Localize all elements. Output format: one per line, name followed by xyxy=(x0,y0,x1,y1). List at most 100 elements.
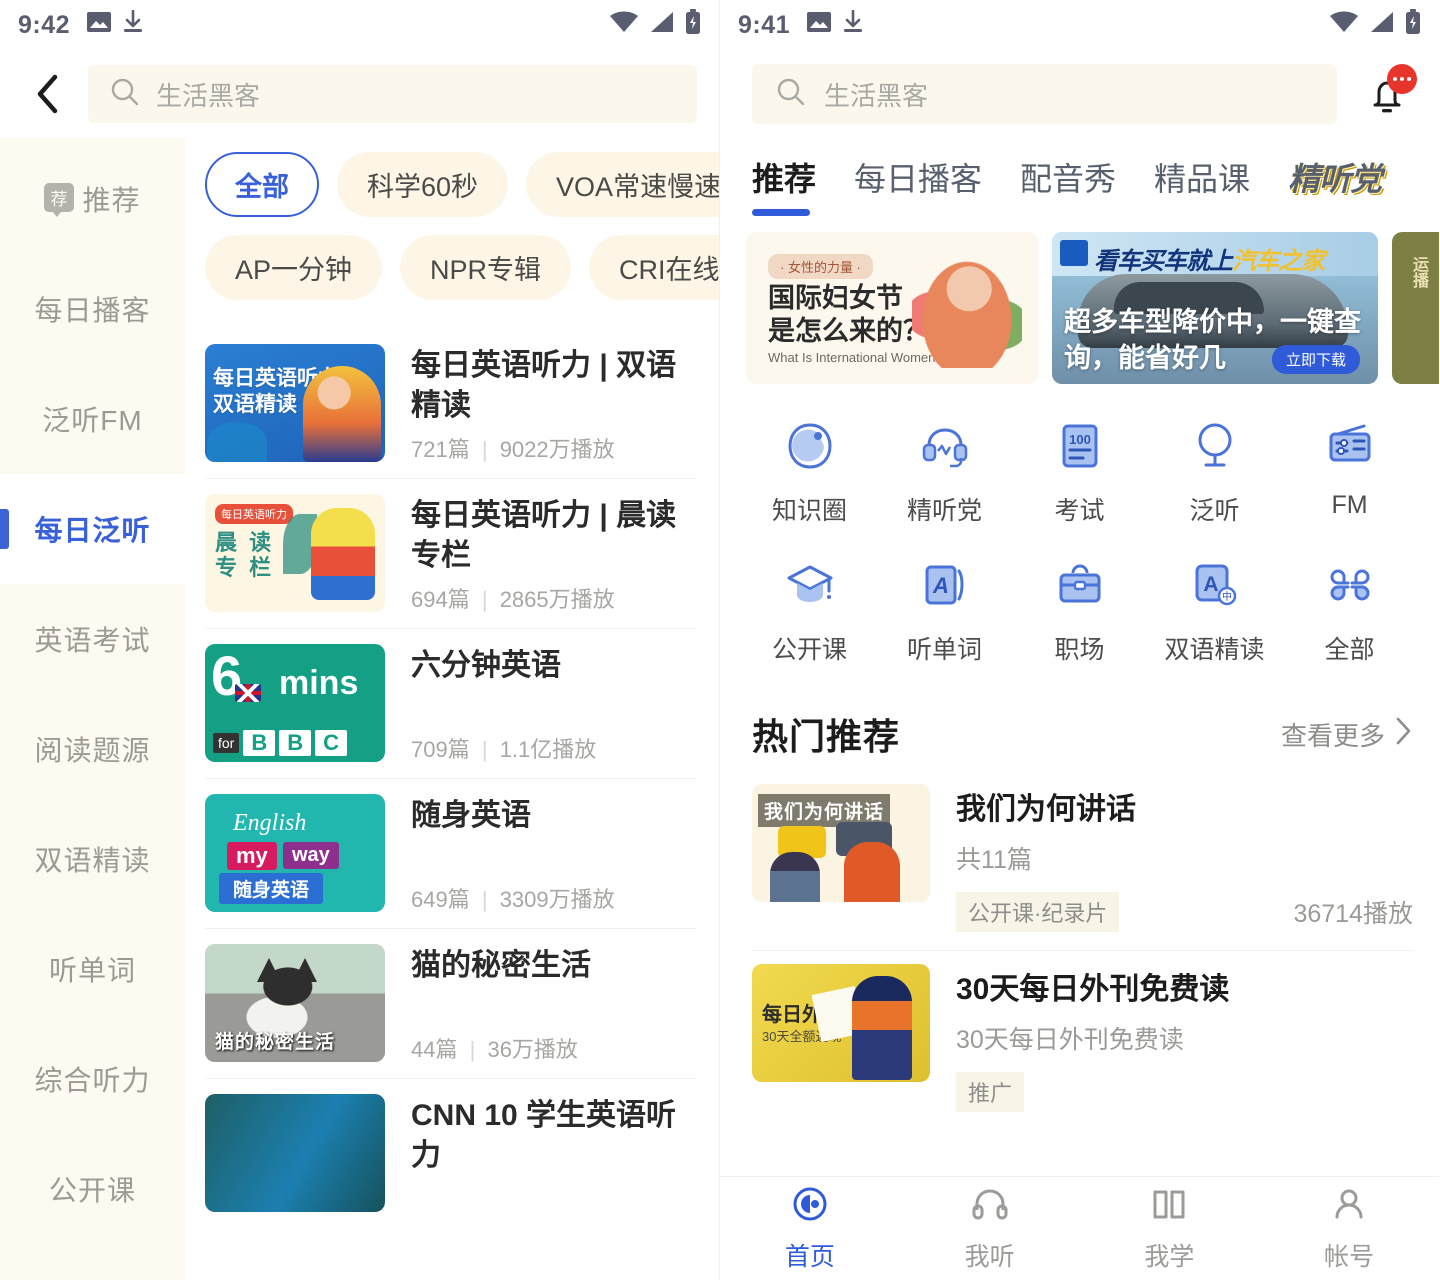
chip-cri[interactable]: CRI在线 xyxy=(589,235,719,300)
status-time: 9:42 xyxy=(18,10,71,39)
list-item-episodes: 44篇 xyxy=(411,1037,458,1062)
banner-autohome-ad[interactable]: 看车买车就上汽车之家 超多车型降价中，一键查询，能省好几 立即下载 xyxy=(1052,232,1378,384)
right-screen: 9:41 生活黑客 推荐 每日播客 配音秀 精品课 精听党 · 女性的力量 · … xyxy=(720,0,1439,1280)
grid-item-open-course[interactable]: 公开课 xyxy=(742,545,877,684)
bell-icon xyxy=(1361,81,1413,124)
list-item-title: 猫的秘密生活 xyxy=(411,949,591,982)
right-search-row: 生活黑客 xyxy=(720,50,1439,138)
svg-text:A: A xyxy=(1203,573,1218,596)
banner-vertical-text: 运播 xyxy=(1410,256,1427,288)
grid-item-label: 考试 xyxy=(1054,497,1105,525)
nav-item-listen[interactable]: 我听 xyxy=(900,1184,1080,1273)
sidebar-item-listen-words[interactable]: 听单词 xyxy=(0,914,185,1024)
chevron-right-icon xyxy=(1395,716,1413,753)
tab-dubbing-show[interactable]: 配音秀 xyxy=(1020,154,1116,216)
tab-jingtingdang[interactable]: 精听党 xyxy=(1288,154,1382,216)
grid-item-knowledge[interactable]: 知识圈 xyxy=(742,406,877,545)
grid-row-2: 公开课 A 听单词 职场 A中 双语精读 全部 xyxy=(742,545,1417,684)
left-screen: 9:42 生活黑客 荐 推荐 每日播客 泛听FM 每日泛听 英语考试 阅读题源 … xyxy=(0,0,720,1280)
list-item-plays: 1.1亿播放 xyxy=(499,737,597,762)
back-button[interactable] xyxy=(30,74,66,114)
sidebar-item-daily-listening[interactable]: 每日泛听 xyxy=(0,474,185,584)
grid-item-exam[interactable]: 100 考试 xyxy=(1012,406,1147,545)
image-icon xyxy=(86,11,112,40)
chip-row-2: AP一分钟 NPR专辑 CRI在线 经 xyxy=(205,235,719,300)
banner-cta-button[interactable]: 立即下载 xyxy=(1271,345,1360,374)
sidebar-item-label: 每日播客 xyxy=(34,295,151,326)
grid-item-all[interactable]: 全部 xyxy=(1282,545,1417,684)
sidebar-item-comprehensive[interactable]: 综合听力 xyxy=(0,1024,185,1134)
grid-item-fm[interactable]: FM xyxy=(1282,406,1417,545)
recommendation-title: 30天每日外刊免费读 xyxy=(956,973,1230,1006)
left-sidebar: 荐 推荐 每日播客 泛听FM 每日泛听 英语考试 阅读题源 双语精读 听单词 综… xyxy=(0,138,185,1280)
notification-button[interactable] xyxy=(1361,64,1417,120)
sidebar-item-label: 双语精读 xyxy=(34,845,151,876)
chip-ap[interactable]: AP一分钟 xyxy=(205,235,383,300)
nav-item-study[interactable]: 我学 xyxy=(1080,1184,1260,1273)
banner-illustration xyxy=(912,248,1022,368)
banner-carousel[interactable]: · 女性的力量 · 国际妇女节 是怎么来的？ What Is Internatio… xyxy=(720,216,1439,384)
grid-item-listen-words[interactable]: A 听单词 xyxy=(877,545,1012,684)
headphones-icon xyxy=(919,420,971,477)
search-placeholder: 生活黑客 xyxy=(824,80,929,111)
sidebar-item-english-exam[interactable]: 英语考试 xyxy=(0,584,185,694)
grid-item-label: 知识圈 xyxy=(771,497,847,525)
grid-item-bilingual[interactable]: A中 双语精读 xyxy=(1147,545,1282,684)
list-item[interactable]: CNN 10 学生英语听力 xyxy=(185,1078,719,1228)
banner-partial[interactable]: 运播 xyxy=(1392,232,1439,384)
view-more-button[interactable]: 查看更多 xyxy=(1281,716,1413,753)
list-item[interactable]: 每日英语听力 晨 读专 栏 每日英语听力 | 晨读专栏 694篇 | 2865万… xyxy=(185,478,719,628)
grid-all-icon xyxy=(1324,559,1376,616)
tab-daily-podcast[interactable]: 每日播客 xyxy=(854,154,982,216)
sidebar-item-label: 公开课 xyxy=(48,1175,136,1206)
chip-npr[interactable]: NPR专辑 xyxy=(400,235,572,300)
chip-all[interactable]: 全部 xyxy=(205,152,319,217)
list-item-thumbnail: 6 mins for B B C xyxy=(205,644,385,762)
grid-item-jingtingdang[interactable]: 精听党 xyxy=(877,406,1012,545)
list-item[interactable]: 猫的秘密生活 猫的秘密生活 44篇 | 36万播放 xyxy=(185,928,719,1078)
grid-item-label: 职场 xyxy=(1054,636,1105,664)
signal-icon xyxy=(649,10,675,41)
battery-charging-icon xyxy=(685,8,701,42)
autohome-logo-icon xyxy=(1060,240,1088,266)
dual-screen-container: 9:42 生活黑客 荐 推荐 每日播客 泛听FM 每日泛听 英语考试 阅读题源 … xyxy=(0,0,1440,1280)
recommendation-item[interactable]: 每日外刊 30天全额返现 30天每日外刊免费读 30天每日外刊免费读 推广 xyxy=(720,950,1439,1130)
tab-premium-course[interactable]: 精品课 xyxy=(1154,154,1250,216)
sidebar-item-reading-source[interactable]: 阅读题源 xyxy=(0,694,185,804)
nav-item-home[interactable]: 首页 xyxy=(720,1184,900,1273)
recommendation-item[interactable]: 我们为何讲话 我们为何讲话 共11篇 公开课·纪录片 36714播放 xyxy=(720,770,1439,950)
search-input[interactable]: 生活黑客 xyxy=(88,65,697,123)
tab-recommend[interactable]: 推荐 xyxy=(752,154,816,216)
list-item-episodes: 649篇 xyxy=(411,887,470,912)
search-input[interactable]: 生活黑客 xyxy=(752,64,1337,124)
sidebar-item-recommend[interactable]: 荐 推荐 xyxy=(0,144,185,254)
sidebar-item-daily-podcast[interactable]: 每日播客 xyxy=(0,254,185,364)
list-item-episodes: 721篇 xyxy=(411,437,470,462)
list-item[interactable]: 每日英语听力 双语精读 每日英语听力 | 双语精读 721篇 | 9022万播放 xyxy=(185,328,719,478)
list-item-plays: 36万播放 xyxy=(487,1037,578,1062)
headphone-icon xyxy=(970,1184,1010,1229)
chip-science60[interactable]: 科学60秒 xyxy=(337,152,509,217)
briefcase-icon xyxy=(1054,559,1106,616)
list-item[interactable]: 6 mins for B B C 六分钟英语 709篇 | 1.1亿播放 xyxy=(185,628,719,778)
knowledge-circle-icon xyxy=(784,420,836,477)
grid-item-workplace[interactable]: 职场 xyxy=(1012,545,1147,684)
status-left-icons xyxy=(806,9,864,41)
chip-row-1: 全部 科学60秒 VOA常速慢速 C xyxy=(205,152,719,217)
grid-item-label: 双语精读 xyxy=(1164,636,1265,664)
sidebar-item-fm[interactable]: 泛听FM xyxy=(0,364,185,474)
banner-womens-day[interactable]: · 女性的力量 · 国际妇女节 是怎么来的？ What Is Internatio… xyxy=(746,232,1038,384)
search-placeholder: 生活黑客 xyxy=(156,80,261,111)
chip-voa[interactable]: VOA常速慢速 xyxy=(526,152,719,217)
battery-charging-icon xyxy=(1405,8,1421,42)
svg-text:A: A xyxy=(932,573,949,598)
grid-item-label: FM xyxy=(1331,491,1368,519)
left-content: 全部 科学60秒 VOA常速慢速 C AP一分钟 NPR专辑 CRI在线 经 每… xyxy=(185,138,719,1280)
list-item-plays: 9022万播放 xyxy=(499,437,615,462)
list-item[interactable]: English my way 随身英语 随身英语 649篇 | 3309万播放 xyxy=(185,778,719,928)
grid-item-extensive-listening[interactable]: 泛听 xyxy=(1147,406,1282,545)
nav-item-account[interactable]: 帐号 xyxy=(1259,1184,1439,1273)
search-icon xyxy=(776,77,806,112)
sidebar-item-open-course[interactable]: 公开课 xyxy=(0,1134,185,1244)
sidebar-item-bilingual[interactable]: 双语精读 xyxy=(0,804,185,914)
